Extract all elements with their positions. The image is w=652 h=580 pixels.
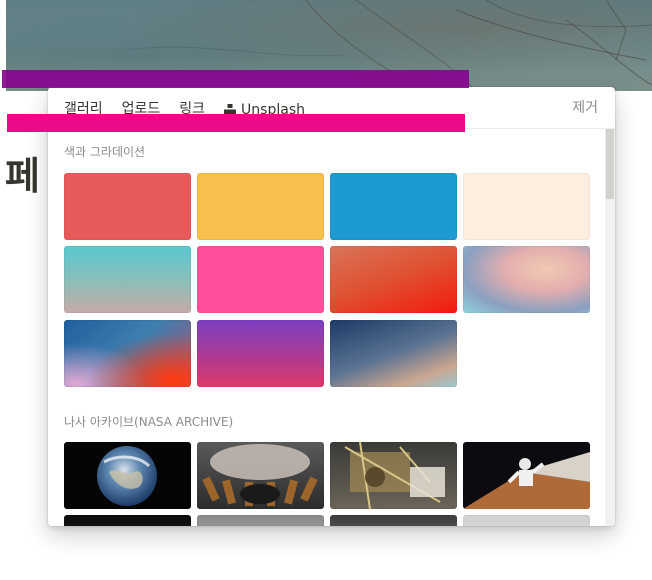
rocket-engine-image	[202, 444, 318, 506]
lunar-module-image	[344, 442, 445, 509]
cover-tile-astronaut[interactable]	[330, 515, 457, 526]
cover-tile-lunar-module[interactable]	[330, 442, 457, 509]
scrollbar-thumb[interactable]	[606, 129, 614, 199]
cover-tile-launch-pad[interactable]	[463, 515, 590, 526]
highlight-bar-pink	[7, 114, 465, 132]
cover-tile-rocket-engine[interactable]	[197, 442, 324, 509]
cover-tile-earth[interactable]	[64, 442, 191, 509]
cover-tile-blue[interactable]	[330, 173, 457, 240]
cover-tile-pink[interactable]	[197, 246, 324, 313]
page-title: 페	[5, 154, 40, 198]
cover-tile-cream[interactable]	[463, 173, 590, 240]
cover-tile-gradient-navy-peach[interactable]	[330, 320, 457, 387]
remove-cover-button[interactable]: 제거	[572, 97, 598, 117]
cover-tile-gradient-blue-red[interactable]	[64, 320, 191, 387]
spacewalk-image	[463, 452, 590, 509]
cover-tile-space-station[interactable]	[64, 515, 191, 526]
earth-image	[97, 446, 157, 506]
cover-tile-spacewalk[interactable]	[463, 442, 590, 509]
cover-tile-gradient-purple-pink[interactable]	[197, 320, 324, 387]
gallery-scrollbar[interactable]	[605, 129, 615, 526]
cover-tile-gradient-blue-peach[interactable]	[463, 246, 590, 313]
cover-tile-red[interactable]	[64, 173, 191, 240]
cover-tile-gradient-teal[interactable]	[64, 246, 191, 313]
highlight-bar-purple	[2, 70, 469, 88]
section-label-nasa: 나사 아카이브(NASA ARCHIVE)	[64, 415, 234, 429]
cover-tile-gradient-orange-red[interactable]	[330, 246, 457, 313]
section-label-colors: 색과 그라데이션	[64, 145, 146, 159]
gallery-scroll-area[interactable]: 색과 그라데이션 나사 아카이브(NASA ARCHIVE)	[48, 129, 615, 526]
cover-tile-yellow[interactable]	[197, 173, 324, 240]
cover-tile-moon-surface[interactable]	[197, 515, 324, 526]
cover-picker-popup: 갤러리 업로드 링크 Unsplash 제거 색과 그라데이션 나사 아카이브(…	[48, 87, 615, 526]
